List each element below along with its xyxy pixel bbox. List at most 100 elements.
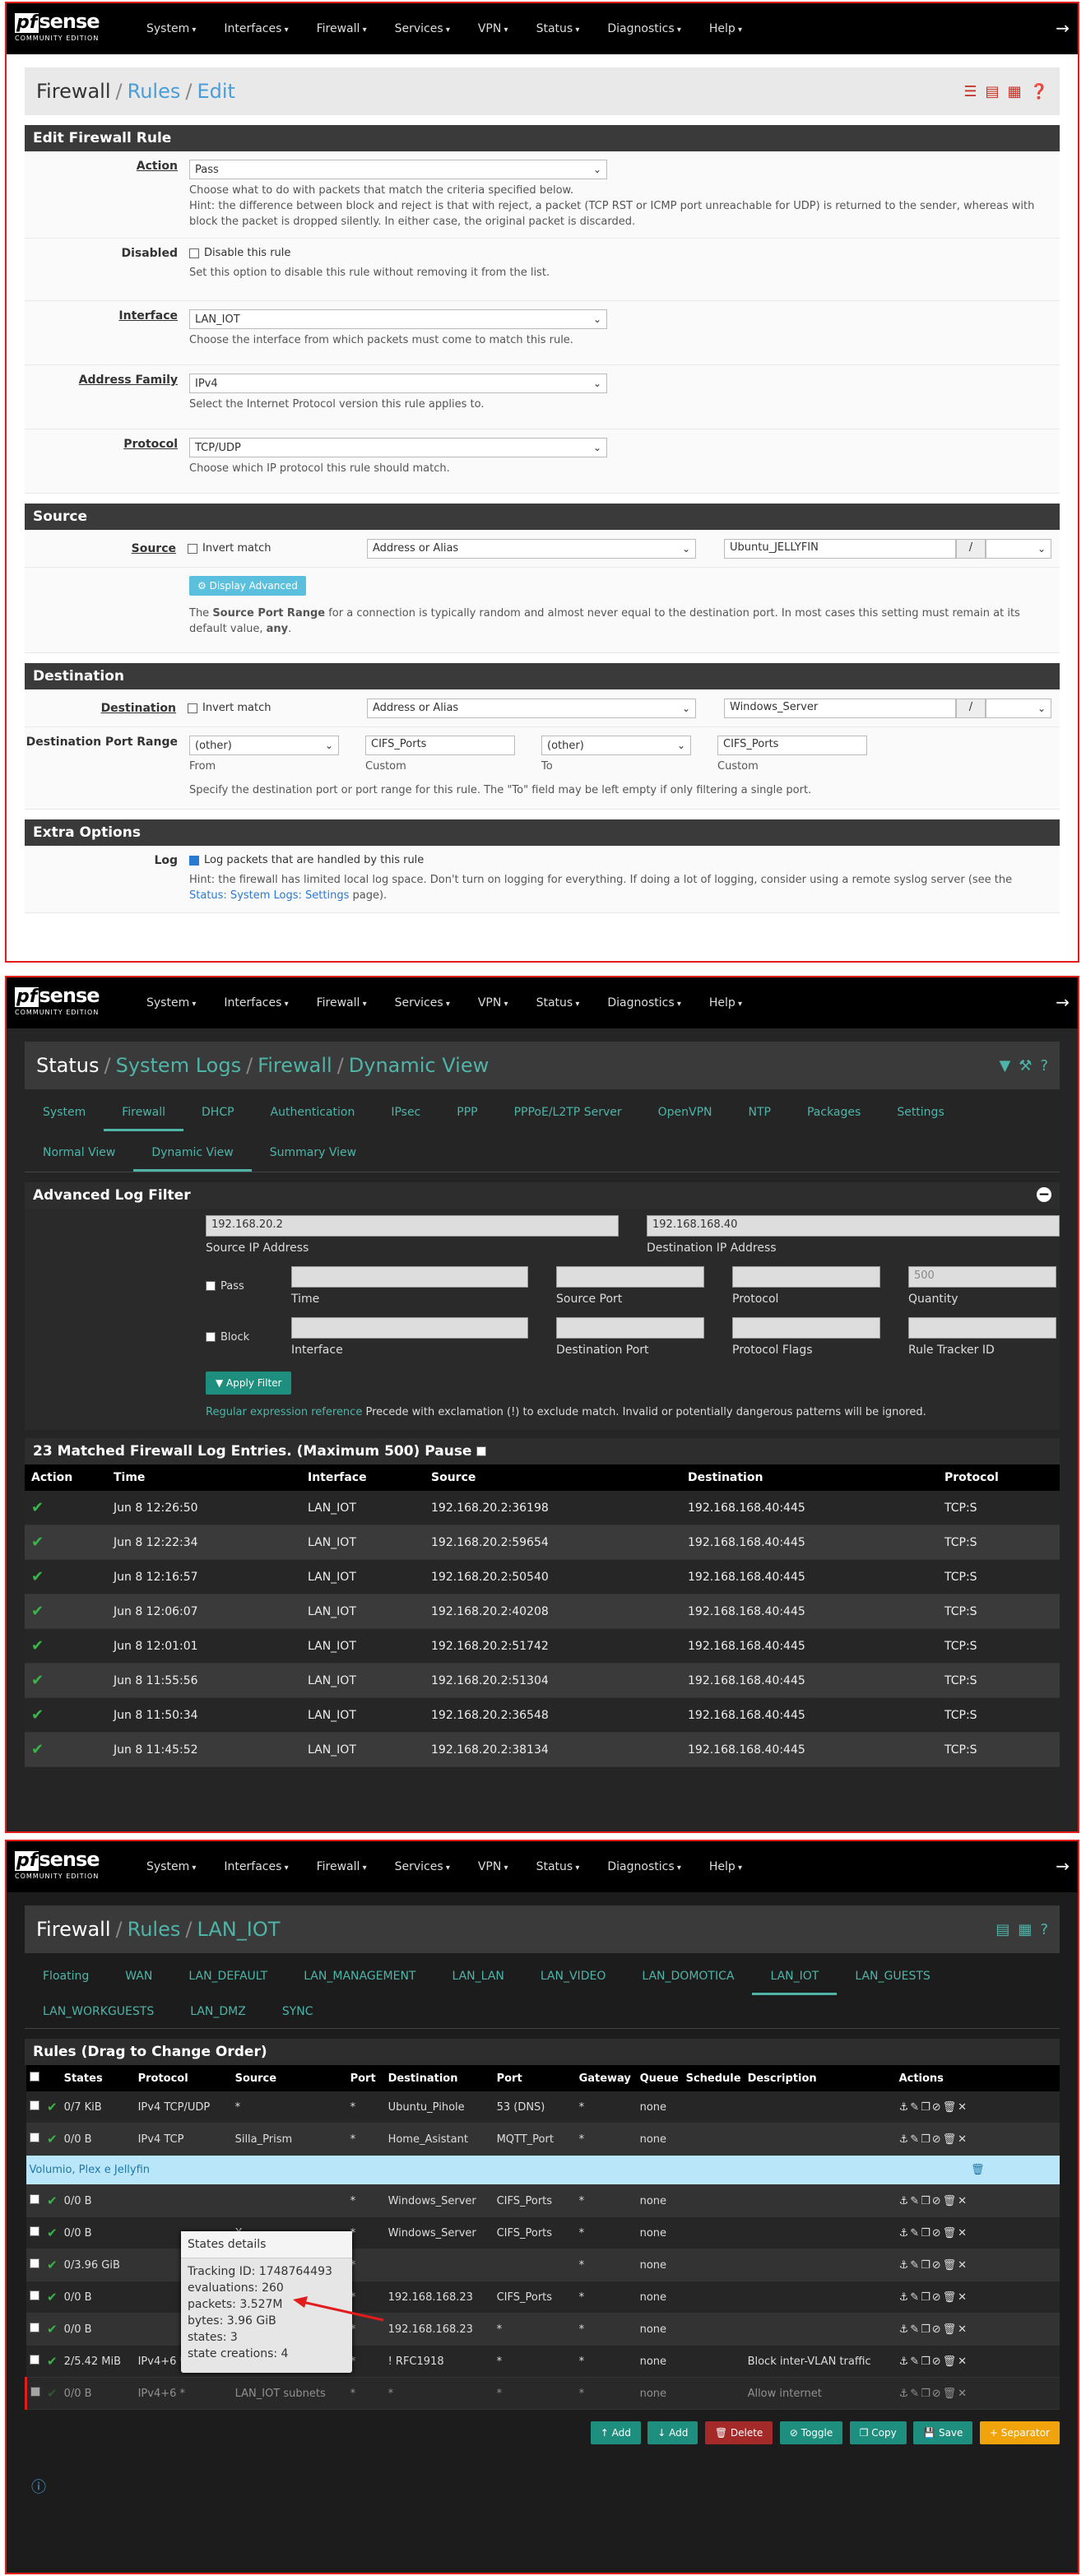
tab-pppoe[interactable]: PPPoE/L2TP Server (496, 1096, 640, 1131)
menu-vpn-3[interactable]: VPN (478, 1860, 508, 1873)
menu-diagnostics-2[interactable]: Diagnostics (607, 996, 680, 1010)
dpr-to-custom-input[interactable]: CIFS_Ports (717, 736, 867, 755)
help-icon-3[interactable]: ? (1040, 1921, 1048, 1938)
menu-status[interactable]: Status (536, 22, 580, 35)
table-icon[interactable]: ▦ (1008, 83, 1022, 100)
pass-icon[interactable]: ✔ (47, 2193, 58, 2208)
menu-help-2[interactable]: Help (709, 996, 742, 1010)
syslog-settings-link[interactable]: Status: System Logs: Settings (189, 889, 349, 902)
src-address-input[interactable]: Ubuntu_JELLYFIN (724, 538, 956, 559)
tab-lan_iot[interactable]: LAN_IOT (752, 1960, 838, 1995)
toggle-button[interactable]: ⊘ Toggle (779, 2421, 843, 2444)
tab-ppp[interactable]: PPP (439, 1096, 495, 1131)
table-icon-3[interactable]: ▦ (1018, 1921, 1032, 1938)
menu-help-3[interactable]: Help (709, 1860, 742, 1873)
src-type-select[interactable]: Address or Alias (367, 538, 696, 559)
subtab-dynamic-view[interactable]: Dynamic View (133, 1136, 252, 1172)
interface-select[interactable]: LAN_IOT (189, 309, 607, 329)
dst-type-select[interactable]: Address or Alias (367, 698, 696, 718)
collapse-icon[interactable]: − (1037, 1187, 1051, 1202)
menu-status-2[interactable]: Status (536, 996, 580, 1010)
rule-action-icons[interactable]: ⚓✎❐⊘🗑✕ (895, 2184, 1060, 2217)
tab-floating[interactable]: Floating (25, 1960, 107, 1995)
tab-lan_lan[interactable]: LAN_LAN (434, 1960, 522, 1995)
menu-vpn[interactable]: VPN (478, 22, 508, 35)
pause-checkbox[interactable] (476, 1446, 487, 1456)
subtab-summary-view[interactable]: Summary View (252, 1136, 374, 1172)
rule-checkbox[interactable] (29, 2133, 39, 2142)
dst-ip-input[interactable]: 192.168.168.40 (647, 1215, 1060, 1237)
pass-checkbox[interactable] (206, 1281, 216, 1291)
bc-firewall-log[interactable]: Firewall (258, 1054, 332, 1077)
menu-interfaces-3[interactable]: Interfaces (224, 1860, 288, 1873)
add-top-button[interactable]: ↑ Add (590, 2421, 641, 2444)
display-advanced-button[interactable]: ⚙ Display Advanced (189, 576, 306, 596)
pfsense-logo[interactable]: pfsense COMMUNITY EDITION (7, 3, 114, 54)
tab-lan_dmz[interactable]: LAN_DMZ (172, 1995, 264, 2028)
pfsense-logo-2[interactable]: pfsense COMMUNITY EDITION (7, 977, 114, 1028)
menu-services-2[interactable]: Services (395, 996, 450, 1010)
regex-link[interactable]: Regular expression reference (206, 1406, 362, 1418)
bc-edit[interactable]: Edit (197, 80, 234, 103)
pass-icon[interactable]: ✔ (47, 2386, 58, 2401)
help-icon[interactable]: ❓ (1030, 83, 1048, 100)
tab-firewall[interactable]: Firewall (104, 1096, 184, 1131)
interface-input[interactable] (291, 1317, 528, 1339)
pass-icon[interactable]: ✔ (47, 2100, 58, 2114)
bc-rules[interactable]: Rules (128, 80, 181, 103)
tab-sync[interactable]: SYNC (264, 1995, 332, 2028)
logout-icon-3[interactable]: → (1056, 1856, 1070, 1876)
save-button[interactable]: 💾 Save (913, 2421, 973, 2444)
sport-input[interactable] (556, 1266, 704, 1288)
rule-action-icons[interactable]: ⚓✎❐⊘🗑✕ (895, 2216, 1060, 2249)
tab-system[interactable]: System (25, 1096, 104, 1131)
rule-action-icons[interactable]: ⚓✎❐⊘🗑✕ (895, 2345, 1060, 2378)
rule-action-icons[interactable]: ⚓✎❐⊘🗑✕ (895, 2281, 1060, 2314)
rule-checkbox[interactable] (29, 2258, 39, 2268)
delete-button[interactable]: 🗑 Delete (704, 2421, 773, 2444)
af-select[interactable]: IPv4 (189, 374, 607, 393)
menu-diagnostics-3[interactable]: Diagnostics (607, 1860, 680, 1873)
tab-wan[interactable]: WAN (107, 1960, 170, 1995)
tab-lan_default[interactable]: LAN_DEFAULT (170, 1960, 285, 1995)
wrench-icon[interactable]: ⚒ (1019, 1057, 1032, 1074)
menu-interfaces[interactable]: Interfaces (224, 22, 288, 35)
menu-interfaces-2[interactable]: Interfaces (224, 996, 288, 1010)
rule-action-icons[interactable]: ⚓✎❐⊘🗑✕ (895, 2377, 1060, 2410)
subtab-normal-view[interactable]: Normal View (25, 1136, 133, 1172)
bc-dynamic-view[interactable]: Dynamic View (349, 1054, 489, 1077)
add-bottom-button[interactable]: ↓ Add (647, 2421, 698, 2444)
src-ip-input[interactable]: 192.168.20.2 (206, 1215, 619, 1237)
separator-button[interactable]: + Separator (979, 2421, 1060, 2444)
rule-checkbox[interactable] (29, 2355, 39, 2365)
sliders-icon[interactable]: ☰ (963, 83, 977, 100)
select-all-checkbox[interactable] (29, 2072, 39, 2082)
chart-icon[interactable]: ▤ (986, 83, 1000, 100)
menu-help[interactable]: Help (709, 22, 742, 35)
rule-checkbox[interactable] (29, 2291, 39, 2300)
menu-system-3[interactable]: System (146, 1860, 196, 1873)
dpr-to-select[interactable]: (other) (541, 736, 691, 755)
quantity-input[interactable]: 500 (908, 1266, 1056, 1288)
bc-lan-iot[interactable]: LAN_IOT (197, 1918, 280, 1941)
rule-row[interactable]: ✔ 0/0 B IPv4+6 * LAN_IOT subnets * * * * none All… (25, 2377, 1060, 2410)
tab-settings[interactable]: Settings (879, 1096, 962, 1131)
apply-filter-button[interactable]: ▼ Apply Filter (206, 1372, 292, 1395)
disable-checkbox[interactable] (189, 248, 199, 258)
menu-services-3[interactable]: Services (395, 1860, 450, 1873)
bc-rules-3[interactable]: Rules (128, 1918, 181, 1941)
menu-firewall-2[interactable]: Firewall (317, 996, 367, 1010)
trash-icon[interactable]: 🗑 (895, 2155, 1060, 2185)
menu-firewall[interactable]: Firewall (317, 22, 367, 35)
src-mask-select[interactable] (986, 538, 1051, 559)
rule-checkbox[interactable] (29, 2194, 39, 2204)
tab-dhcp[interactable]: DHCP (183, 1096, 253, 1131)
pass-icon[interactable]: ✔ (47, 2258, 58, 2272)
pass-icon[interactable]: ✔ (47, 2322, 58, 2337)
logout-icon[interactable]: → (1056, 18, 1070, 38)
dst-mask-select[interactable] (986, 698, 1051, 718)
protocol-select[interactable]: TCP/UDP (189, 438, 607, 457)
block-checkbox[interactable] (206, 1332, 216, 1342)
dport-input[interactable] (556, 1317, 704, 1339)
time-input[interactable] (291, 1266, 528, 1288)
